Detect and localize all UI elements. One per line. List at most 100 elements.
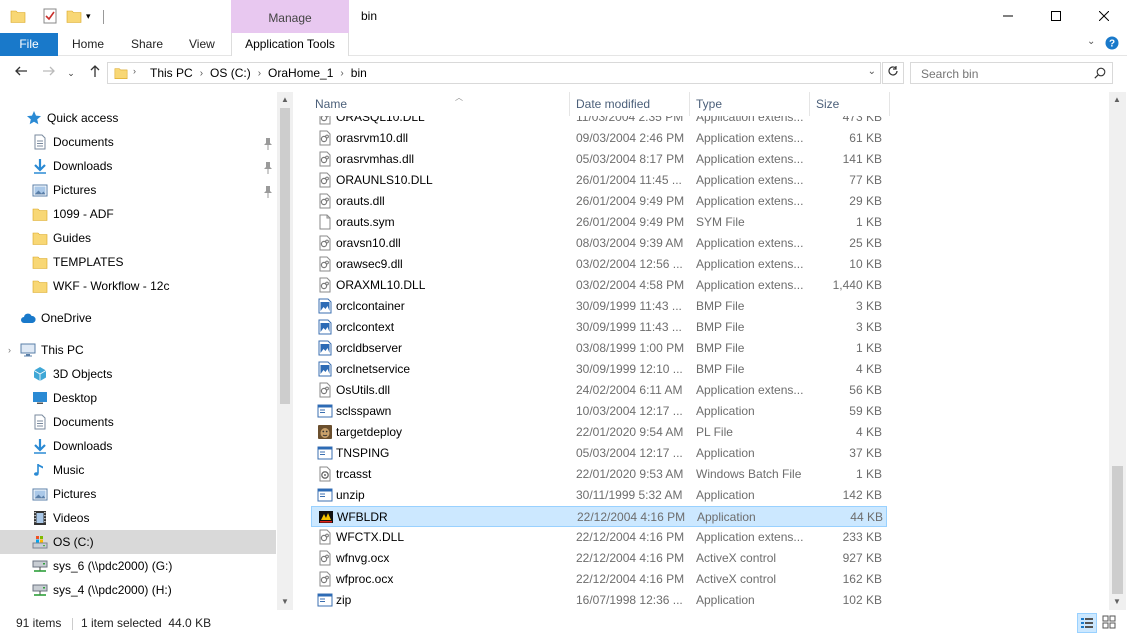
nav-item-3d-objects[interactable]: 3D Objects [0,362,276,386]
search-input[interactable] [919,66,1089,82]
expand-ribbon-icon[interactable]: ⌄ [1087,36,1103,52]
nav-item-this-pc[interactable]: › This PC [0,338,276,362]
file-row[interactable]: targetdeploy 22/01/2020 9:54 AM PL File 4 K… [311,422,887,443]
column-header-name[interactable]: Name ︿ [315,92,567,116]
nav-item-documents[interactable]: Documents [0,410,276,434]
documents-icon [32,134,48,150]
nav-item-1099-adf[interactable]: 1099 - ADF [0,202,276,226]
file-row[interactable]: orauts.sym 26/01/2004 9:49 PM SYM File 1 KB [311,212,887,233]
file-row[interactable]: oravsn10.dll 08/03/2004 9:39 AM Applicatio… [311,233,887,254]
scroll-up-icon[interactable]: ▲ [1109,95,1125,104]
navigation-scrollbar[interactable]: ▲ ▼ [277,92,293,610]
nav-item-downloads[interactable]: Downloads [0,434,276,458]
address-history-icon[interactable]: ⌄ [868,66,876,77]
breadcrumb-bin[interactable]: bin [349,66,369,81]
file-row[interactable]: unzip 30/11/1999 5:32 AM Application 142 KB [311,485,887,506]
customize-qat-icon[interactable]: ▾ [86,11,91,29]
file-row[interactable]: trcasst 22/01/2020 9:53 AM Windows Batch F… [311,464,887,485]
file-row[interactable]: orclnetservice 30/09/1999 12:10 ... BMP Fi… [311,359,887,380]
nav-item-pictures[interactable]: Pictures [0,482,276,506]
nav-item-sys-4-pdc2000-h[interactable]: sys_4 (\\pdc2000) (H:) [0,578,276,602]
up-button[interactable] [86,64,104,82]
chevron-right-icon[interactable]: › [335,66,348,81]
search-box[interactable] [910,62,1113,84]
file-row[interactable]: ORAUNLS10.DLL 26/01/2004 11:45 ... Applica… [311,170,887,191]
column-divider[interactable] [689,92,690,116]
breadcrumb-orahome[interactable]: OraHome_1 [266,66,335,81]
address-bar[interactable]: › This PC › OS (C:) › OraHome_1 › bin ⌄ [107,62,881,84]
file-row[interactable]: OsUtils.dll 24/02/2004 6:11 AM Application… [311,380,887,401]
nav-item-videos[interactable]: Videos [0,506,276,530]
new-folder-icon[interactable] [66,8,82,26]
tab-view[interactable]: View [189,33,215,56]
nav-item-label: Pictures [53,183,97,197]
nav-item-os-c[interactable]: OS (C:) [0,530,276,554]
nav-item-wkf-workflow-12c[interactable]: WKF - Workflow - 12c [0,274,276,298]
help-icon[interactable]: ? [1105,36,1121,52]
tab-file[interactable]: File [0,33,58,56]
file-row[interactable]: wfproc.ocx 22/12/2004 4:16 PM ActiveX cont… [311,569,887,590]
large-icons-view-button[interactable] [1100,613,1120,633]
file-name: sclsspawn [336,404,392,418]
file-row[interactable]: zip 16/07/1998 12:36 ... Application 102 KB [311,590,887,610]
tab-share[interactable]: Share [131,33,163,56]
column-header-date[interactable]: Date modified [576,92,686,116]
nav-item-music[interactable]: Music [0,458,276,482]
file-row[interactable]: WFCTX.DLL 22/12/2004 4:16 PM Application e… [311,527,887,548]
chevron-right-icon[interactable]: › [253,66,266,81]
file-row[interactable]: wfnvg.ocx 22/12/2004 4:16 PM ActiveX contr… [311,548,887,569]
file-row[interactable]: orcldbserver 03/08/1999 1:00 PM BMP File 1 … [311,338,887,359]
scroll-up-icon[interactable]: ▲ [277,95,293,104]
nav-item-templates[interactable]: TEMPLATES [0,250,276,274]
file-size: 4 KB [855,425,882,439]
refresh-button[interactable] [882,62,904,84]
forward-button[interactable] [40,64,58,82]
column-header-type[interactable]: Type [696,92,806,116]
maximize-button[interactable] [1033,0,1079,32]
column-divider[interactable] [809,92,810,116]
column-divider[interactable] [569,92,570,116]
exe-icon [317,445,333,461]
column-divider[interactable] [889,92,890,116]
expand-chevron-icon[interactable]: › [8,338,11,362]
back-button[interactable] [12,64,30,82]
nav-item-guides[interactable]: Guides [0,226,276,250]
nav-item-sys-6-pdc2000-g[interactable]: sys_6 (\\pdc2000) (G:) [0,554,276,578]
scrollbar-thumb[interactable] [1112,466,1123,594]
file-row[interactable]: ORAXML10.DLL 03/02/2004 4:58 PM Applicatio… [311,275,887,296]
tab-home[interactable]: Home [72,33,104,56]
tab-application-tools[interactable]: Application Tools [231,33,349,56]
breadcrumb-os-c[interactable]: OS (C:) [208,66,253,81]
details-view-button[interactable] [1077,613,1097,633]
nav-item-pictures[interactable]: Pictures [0,178,276,202]
nav-item-onedrive[interactable]: OneDrive [0,306,276,330]
properties-icon[interactable] [42,8,58,26]
minimize-button[interactable] [985,0,1031,32]
chevron-right-icon[interactable]: › [195,66,208,81]
file-row[interactable]: orclcontext 30/09/1999 11:43 ... BMP File 3… [311,317,887,338]
file-row[interactable]: sclsspawn 10/03/2004 12:17 ... Application… [311,401,887,422]
file-row[interactable]: orasrvmhas.dll 05/03/2004 8:17 PM Applicat… [311,149,887,170]
file-list-scrollbar[interactable]: ▲ ▼ [1109,92,1126,610]
nav-item-desktop[interactable]: Desktop [0,386,276,410]
nav-item-quick-access[interactable]: Quick access [0,106,276,130]
scrollbar-thumb[interactable] [280,108,290,404]
column-header-size[interactable]: Size [816,92,886,116]
recent-locations-icon[interactable]: ⌄ [62,64,80,82]
nav-item-downloads[interactable]: Downloads [0,154,276,178]
scroll-down-icon[interactable]: ▼ [1109,597,1125,606]
file-row[interactable]: orauts.dll 26/01/2004 9:49 PM Application … [311,191,887,212]
file-row[interactable]: WFBLDR 22/12/2004 4:16 PM Application 44 KB [311,506,887,527]
file-row[interactable]: orasrvm10.dll 09/03/2004 2:46 PM Applicati… [311,128,887,149]
file-size: 102 KB [842,593,882,607]
nav-item-documents[interactable]: Documents [0,130,276,154]
scroll-down-icon[interactable]: ▼ [277,597,293,606]
file-row[interactable]: orclcontainer 30/09/1999 11:43 ... BMP Fil… [311,296,887,317]
file-row[interactable]: orawsec9.dll 03/02/2004 12:56 ... Applicat… [311,254,887,275]
breadcrumb-this-pc[interactable]: This PC [148,66,195,81]
dll-icon [317,130,333,146]
file-name: orauts.dll [336,194,385,208]
file-row[interactable]: TNSPING 05/03/2004 12:17 ... Application 37… [311,443,887,464]
exe-icon [317,592,333,608]
close-button[interactable] [1081,0,1127,32]
